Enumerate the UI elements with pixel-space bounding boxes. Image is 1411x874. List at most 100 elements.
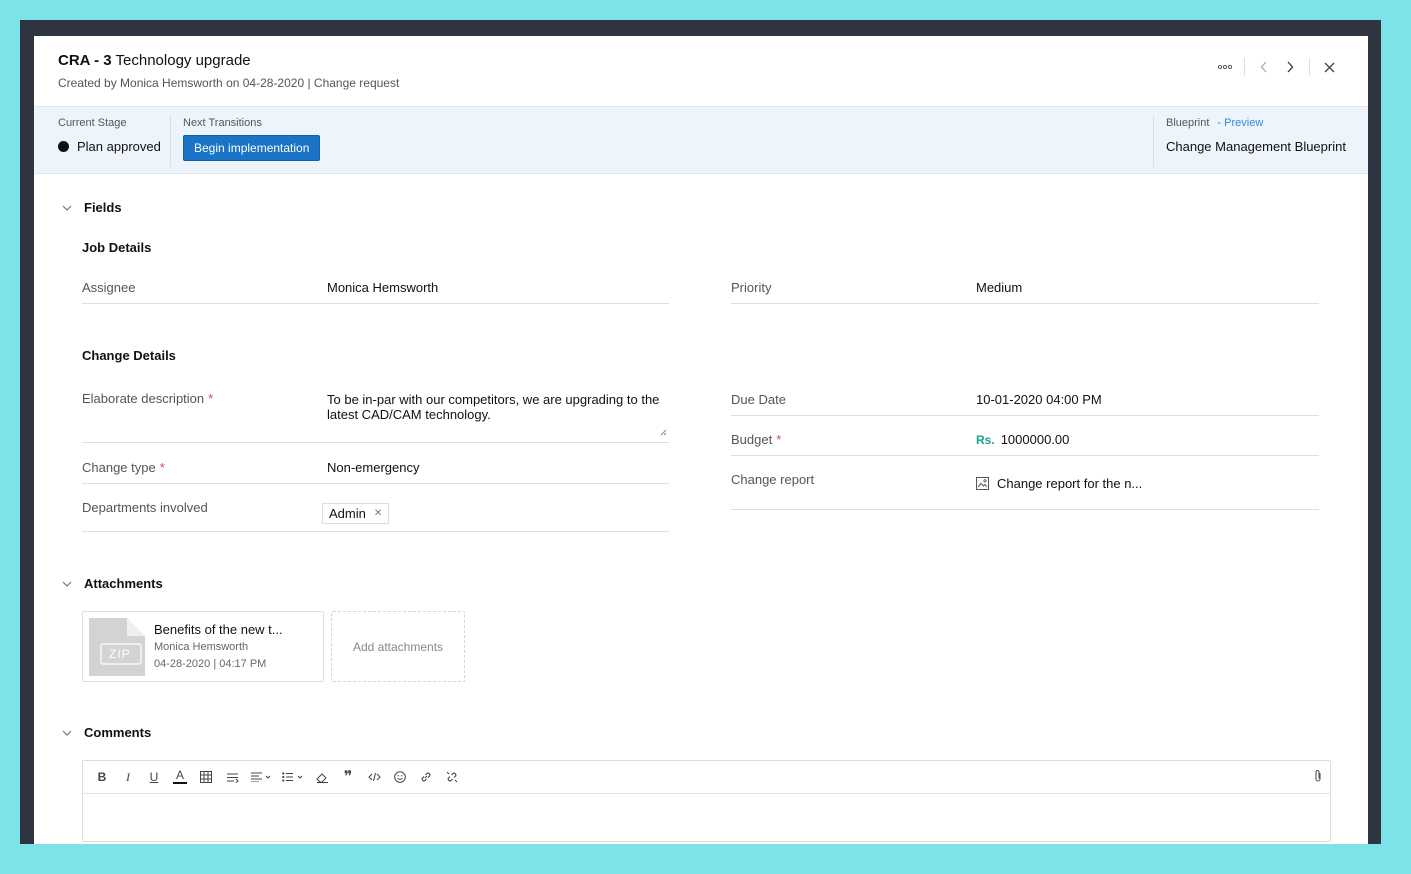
blueprint-label: Blueprint [1166, 117, 1210, 129]
attachment-name: Benefits of the new t... [154, 622, 283, 637]
record-header: CRA - 3 Technology upgrade Created by Mo… [34, 36, 1368, 106]
chevron-down-icon [62, 727, 72, 739]
italic-button[interactable]: I [115, 766, 141, 788]
begin-implementation-button[interactable]: Begin implementation [183, 135, 321, 161]
underline-button[interactable]: U [141, 766, 167, 788]
bullet-list-icon [282, 772, 303, 782]
font-color-swatch [173, 782, 187, 784]
current-stage: Current Stage Plan approved [58, 107, 161, 173]
next-transitions-label: Next Transitions [183, 117, 262, 129]
assignee-label: Assignee [82, 280, 136, 295]
quote-icon[interactable]: ❞ [335, 766, 361, 788]
image-file-icon [976, 477, 989, 490]
divider [1309, 58, 1310, 76]
font-color-button[interactable]: A [167, 766, 193, 788]
comments-section-toggle[interactable]: Comments [62, 725, 151, 740]
unlink-icon[interactable] [439, 766, 465, 788]
remove-tag-icon[interactable]: ✕ [374, 506, 382, 521]
fields-section-title: Fields [84, 200, 122, 215]
assignee-value[interactable]: Monica Hemsworth [327, 280, 438, 295]
elaborate-description-label-text: Elaborate description [82, 391, 205, 406]
comment-editor: B I U A ❞ [82, 760, 1331, 842]
chevron-left-icon[interactable] [1251, 56, 1277, 78]
divider [1153, 115, 1154, 167]
zip-badge: ZIP [109, 647, 131, 661]
change-report-label: Change report [731, 472, 815, 487]
table-icon[interactable] [193, 766, 219, 788]
elaborate-description-field: Elaborate description * To be in-par with… [82, 391, 669, 443]
chevron-down-icon [62, 578, 72, 590]
paperclip-icon[interactable] [1314, 769, 1322, 786]
change-report-field: Change report Change report for the n... [731, 472, 1319, 510]
link-icon[interactable] [413, 766, 439, 788]
priority-label: Priority [731, 280, 772, 295]
budget-label-text: Budget [731, 432, 773, 447]
align-left-icon [251, 772, 271, 782]
divider [1244, 58, 1245, 76]
blueprint-stage-bar: Current Stage Plan approved Next Transit… [34, 106, 1368, 174]
change-type-value[interactable]: Non-emergency [327, 460, 420, 475]
font-color-letter: A [175, 768, 184, 782]
current-stage-label: Current Stage [58, 117, 127, 129]
close-icon[interactable] [1316, 56, 1342, 78]
record-id: CRA - 3 [58, 52, 112, 69]
comment-input[interactable] [83, 794, 1330, 842]
resize-handle-icon[interactable] [660, 429, 667, 436]
due-date-label: Due Date [731, 392, 786, 407]
fields-section-toggle[interactable]: Fields [62, 200, 122, 215]
align-dropdown[interactable] [245, 766, 277, 788]
elaborate-description-label: Elaborate description * [82, 391, 213, 406]
due-date-value[interactable]: 10-01-2020 04:00 PM [976, 392, 1102, 407]
budget-amount: 1000000.00 [1000, 432, 1070, 447]
budget-value[interactable]: Rs. 1000000.00 [976, 432, 1069, 448]
change-type-label: Change type * [82, 460, 165, 475]
attachments-section-toggle[interactable]: Attachments [62, 576, 163, 591]
bold-button[interactable]: B [89, 766, 115, 788]
attachment-owner: Monica Hemsworth [154, 641, 249, 653]
job-details-heading: Job Details [82, 240, 152, 255]
assignee-field: Assignee Monica Hemsworth [82, 278, 669, 304]
blueprint-info: Blueprint - Preview Change Management Blu… [1166, 107, 1346, 173]
priority-value[interactable]: Medium [976, 280, 1022, 295]
record-detail-panel: CRA - 3 Technology upgrade Created by Mo… [34, 36, 1368, 844]
current-stage-text: Plan approved [77, 139, 161, 154]
change-details-heading: Change Details [82, 348, 176, 363]
elaborate-description-value[interactable]: To be in-par with our competitors, we ar… [327, 392, 662, 422]
current-stage-value: Plan approved [58, 139, 161, 154]
blueprint-name: Change Management Blueprint [1166, 139, 1346, 154]
stage-status-dot [58, 141, 69, 152]
chevron-down-icon [62, 202, 72, 214]
divider [170, 115, 171, 167]
chevron-right-icon[interactable] [1277, 56, 1303, 78]
blueprint-label-row: Blueprint - Preview [1166, 117, 1346, 129]
code-icon[interactable] [361, 766, 387, 788]
more-horizontal-icon[interactable] [1212, 56, 1238, 78]
change-report-value: Change report for the n... [976, 476, 1142, 493]
departments-label: Departments involved [82, 500, 208, 515]
currency-symbol: Rs. [976, 433, 995, 447]
blueprint-preview-link[interactable]: - Preview [1217, 117, 1263, 129]
budget-field: Budget * Rs. 1000000.00 [731, 432, 1319, 456]
department-tag: Admin ✕ [322, 503, 390, 524]
page-title: CRA - 3 Technology upgrade [58, 52, 251, 69]
attachment-date: 04-28-2020 | 04:17 PM [154, 658, 267, 670]
add-attachments-button[interactable]: Add attachments [331, 611, 465, 682]
required-mark: * [159, 460, 165, 475]
change-type-label-text: Change type [82, 460, 156, 475]
change-type-field: Change type * Non-emergency [82, 459, 669, 484]
required-mark: * [208, 391, 214, 406]
due-date-field: Due Date 10-01-2020 04:00 PM [731, 391, 1319, 416]
eraser-icon[interactable] [309, 766, 335, 788]
header-actions [1212, 56, 1342, 78]
emoji-icon[interactable] [387, 766, 413, 788]
editor-toolbar: B I U A ❞ [83, 761, 1330, 794]
change-report-filename: Change report for the n... [997, 476, 1143, 491]
list-dropdown[interactable] [277, 766, 309, 788]
change-report-link[interactable]: Change report for the n... [976, 476, 1142, 491]
record-subtitle: Created by Monica Hemsworth on 04-28-202… [58, 76, 400, 90]
comments-section-title: Comments [84, 725, 152, 740]
attachments-section-title: Attachments [84, 576, 163, 591]
strikethrough-icon[interactable] [219, 766, 245, 788]
attachment-card[interactable]: ZIP Benefits of the new t... Monica Hems… [82, 611, 324, 682]
next-transitions: Next Transitions Begin implementation [183, 107, 321, 173]
